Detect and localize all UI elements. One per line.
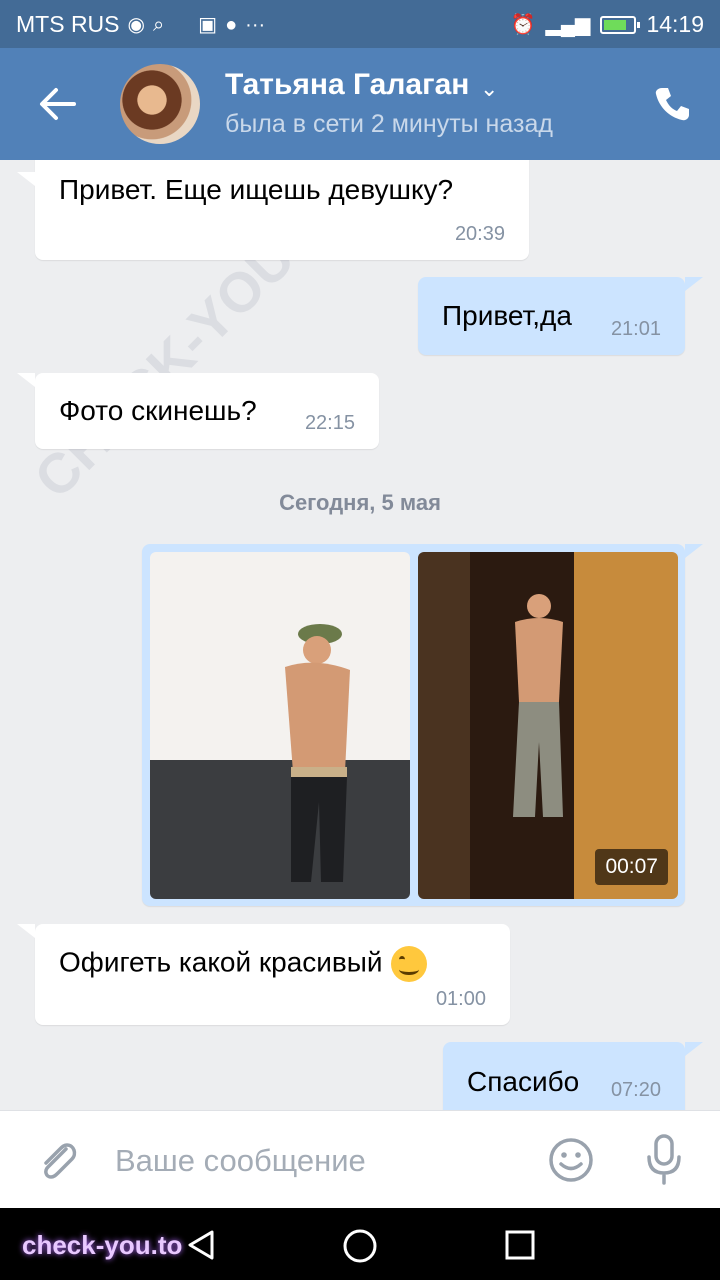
bubble-tail: [685, 277, 703, 291]
clock: 14:19: [646, 11, 704, 37]
chevron-down-icon[interactable]: ⌄: [480, 76, 498, 102]
nav-recents-icon[interactable]: [504, 1229, 536, 1261]
incoming-message[interactable]: Привет. Еще ищешь девушку? 20:39: [35, 160, 529, 260]
message-time: 01:00: [435, 988, 486, 1010]
bubble-tail: [685, 544, 703, 558]
contact-avatar[interactable]: [120, 64, 200, 144]
phone-icon[interactable]: [652, 84, 692, 124]
message-time: 21:01: [610, 318, 661, 340]
more-notifications-icon: ···: [245, 13, 266, 36]
smiling-face-emoji-icon: [390, 946, 427, 982]
contact-name[interactable]: Татьяна Галаган: [225, 68, 469, 102]
signal-icon: ▂▄▆: [545, 13, 591, 36]
nav-back-icon[interactable]: [184, 1228, 218, 1262]
person-figure: [513, 594, 563, 817]
bubble-tail: [17, 172, 35, 186]
outgoing-message[interactable]: Привет,да 21:01: [418, 277, 685, 355]
nav-home-icon[interactable]: [342, 1228, 378, 1264]
bubble-tail: [17, 373, 35, 387]
microphone-icon[interactable]: [644, 1133, 684, 1187]
incoming-message[interactable]: Офигеть какой красивый 01:00: [35, 924, 510, 1025]
video-attachment[interactable]: 00:07: [418, 552, 678, 899]
alarm-icon: ⏰: [510, 13, 536, 36]
message-text: Привет. Еще ищешь девушку?: [59, 174, 454, 205]
message-list[interactable]: CHECK-YOU.ME Привет. Еще ищешь девушку? …: [0, 160, 720, 1110]
system-navigation-bar: check-you.to: [0, 1208, 720, 1280]
message-time: 22:15: [304, 412, 355, 434]
bubble-tail: [685, 1042, 703, 1056]
app-notification-icon: ▣: [198, 13, 218, 36]
data-saver-icon: ◉: [127, 13, 145, 36]
chat-header: Татьяна Галаган ⌄ была в сети 2 минуты н…: [0, 48, 720, 160]
back-arrow-icon[interactable]: [36, 84, 80, 124]
site-watermark-brand: check-you.to: [22, 1230, 183, 1260]
photo-attachment[interactable]: [150, 552, 410, 899]
video-duration-badge: 00:07: [595, 849, 668, 885]
paperclip-icon[interactable]: [36, 1135, 80, 1185]
carrier-label: MTS RUS: [16, 11, 120, 37]
message-composer: Ваше сообщение: [0, 1110, 720, 1209]
date-separator: Сегодня, 5 мая: [279, 490, 441, 515]
incoming-message[interactable]: Фото скинешь? 22:15: [35, 373, 379, 449]
outgoing-message[interactable]: Спасибо 07:20: [443, 1042, 685, 1110]
battery-icon: [600, 15, 641, 34]
message-text: Привет,да: [442, 300, 572, 331]
message-time: 07:20: [610, 1079, 661, 1101]
search-icon: ⌕: [152, 13, 165, 36]
bubble-tail: [17, 924, 35, 938]
emoji-picker-icon[interactable]: [548, 1137, 594, 1183]
message-text: Офигеть какой красивый: [59, 946, 383, 978]
message-text: Фото скинешь?: [59, 395, 257, 426]
message-input[interactable]: Ваше сообщение: [115, 1143, 366, 1179]
person-figure: [285, 624, 350, 882]
message-text: Спасибо: [467, 1066, 580, 1097]
last-seen-status: была в сети 2 минуты назад: [225, 110, 553, 138]
status-bar: MTS RUS ◉ ⌕ ▣ ● ··· ⏰ ▂▄▆ 14:19: [0, 0, 720, 48]
chat-notification-icon: ●: [225, 13, 238, 36]
message-time: 20:39: [454, 223, 505, 245]
